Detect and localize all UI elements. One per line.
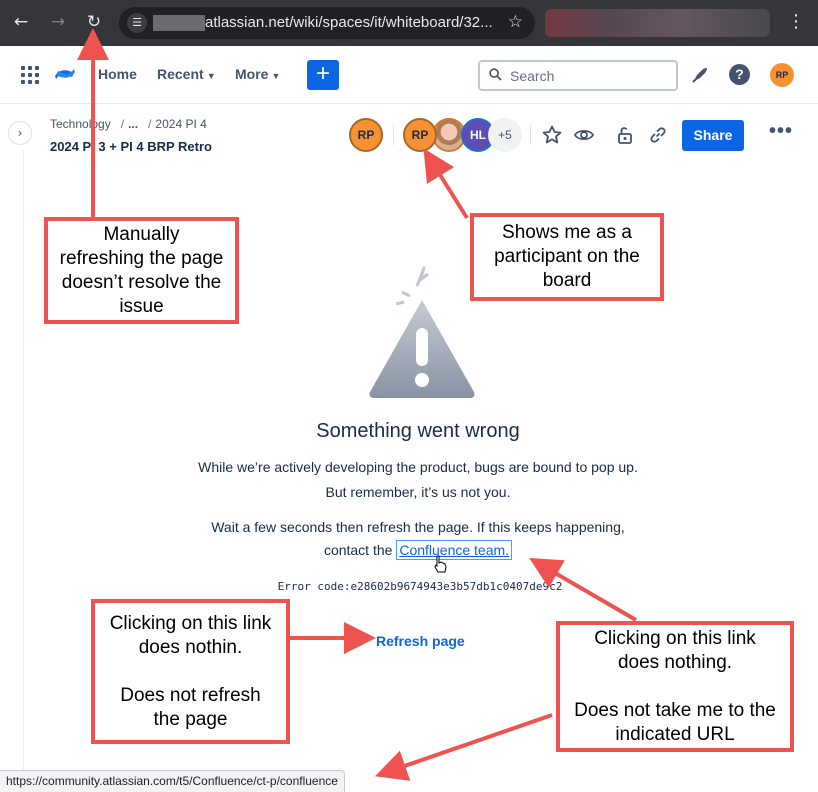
callout-team-link: Clicking on this link does nothing. Does… bbox=[556, 621, 794, 752]
callout-line: refreshing the page bbox=[59, 247, 224, 269]
callout-line: Does not take me to the bbox=[574, 699, 776, 721]
breadcrumb: Technology /.../2024 PI 4 bbox=[50, 117, 211, 131]
arrow-to-team-link bbox=[529, 557, 638, 622]
unlock-icon[interactable] bbox=[614, 124, 636, 146]
breadcrumb-separator: / bbox=[148, 117, 152, 131]
url-text: atlassian.net/wiki/spaces/it/whiteboard/… bbox=[205, 14, 493, 31]
error-line-4: contact the Confluence team. bbox=[0, 540, 818, 560]
participant-avatar-rp[interactable]: RP bbox=[403, 118, 437, 152]
header-divider bbox=[530, 125, 531, 145]
chevron-down-icon: ▼ bbox=[206, 71, 216, 81]
error-contact-prefix: contact the bbox=[323, 542, 393, 558]
callout-line: Clicking on this link bbox=[594, 627, 756, 649]
error-line-3: Wait a few seconds then refresh the page… bbox=[211, 519, 625, 535]
callout-line: Clicking on this link bbox=[109, 612, 272, 634]
confluence-top-nav: Home Recent ▼ More ▼ + Search ? RP bbox=[0, 46, 818, 104]
link-icon[interactable] bbox=[647, 124, 669, 146]
bookmark-star-icon[interactable]: ☆ bbox=[508, 12, 523, 32]
app-switcher-icon[interactable] bbox=[21, 66, 39, 84]
nav-recent-label: Recent bbox=[157, 66, 204, 82]
callout-line: issue bbox=[119, 295, 164, 317]
nav-more[interactable]: More ▼ bbox=[235, 66, 280, 82]
breadcrumb-item-ellipsis[interactable]: ... bbox=[128, 117, 138, 131]
breadcrumb-item-pi4[interactable]: 2024 PI 4 bbox=[155, 117, 206, 131]
arrow-to-participant bbox=[423, 148, 469, 220]
callout-manual-refresh: Manually refreshing the page doesn’t res… bbox=[44, 217, 239, 324]
callout-line: Shows me as a bbox=[502, 222, 632, 243]
redacted-url-part bbox=[153, 15, 205, 31]
confluence-team-link[interactable]: Confluence team. bbox=[396, 540, 513, 560]
blurred-extensions bbox=[545, 9, 770, 37]
callout-line: indicated URL bbox=[615, 723, 735, 745]
browser-toolbar: ← → ↻ ☰ atlassian.net/wiki/spaces/it/whi… bbox=[0, 0, 818, 46]
create-button[interactable]: + bbox=[307, 60, 339, 90]
nav-home[interactable]: Home bbox=[98, 66, 137, 82]
callout-line: participant on the bbox=[494, 246, 640, 267]
callout-refresh-link: Clicking on this link does nothin. Does … bbox=[91, 599, 290, 744]
hand-cursor-icon bbox=[434, 555, 447, 573]
star-icon[interactable] bbox=[541, 124, 563, 146]
search-placeholder: Search bbox=[510, 68, 555, 84]
address-bar[interactable]: ☰ atlassian.net/wiki/spaces/it/whiteboar… bbox=[119, 7, 535, 39]
callout-line: does nothing. bbox=[617, 651, 733, 673]
search-input[interactable]: Search bbox=[478, 60, 678, 91]
nav-recent[interactable]: Recent ▼ bbox=[157, 66, 216, 82]
link-hover-status-url: https://community.atlassian.com/t5/Confl… bbox=[0, 770, 345, 792]
user-avatar[interactable]: RP bbox=[770, 63, 794, 87]
reload-icon[interactable]: ↻ bbox=[81, 9, 107, 35]
breadcrumb-separator: / bbox=[120, 117, 125, 131]
confluence-logo-icon[interactable] bbox=[53, 62, 77, 86]
error-line-1: While we’re actively developing the prod… bbox=[198, 459, 638, 475]
breadcrumb-item-technology[interactable]: Technology bbox=[50, 117, 111, 131]
error-code: Error code:e28602b9674943e3b57db1c0407de… bbox=[277, 580, 563, 593]
search-icon bbox=[489, 68, 502, 81]
watch-eye-icon[interactable] bbox=[573, 124, 595, 146]
kebab-menu-icon[interactable]: ⋮ bbox=[786, 9, 806, 35]
callout-participant: Shows me as a participant on the board bbox=[470, 213, 664, 301]
chevron-down-icon: ▼ bbox=[271, 71, 281, 81]
screenshot-root: { "browser": { "url_text": "atlassian.ne… bbox=[0, 0, 818, 792]
back-arrow-icon[interactable]: ← bbox=[8, 9, 34, 35]
more-participants-badge[interactable]: +5 bbox=[488, 118, 522, 152]
page-title: 2024 PI 3 + PI 4 BRP Retro bbox=[50, 139, 212, 154]
error-title: Something went wrong bbox=[316, 420, 520, 442]
error-line-2: But remember, it’s us not you. bbox=[325, 484, 511, 500]
site-settings-icon[interactable]: ☰ bbox=[127, 13, 147, 33]
header-divider bbox=[393, 125, 394, 145]
more-actions-icon[interactable]: ••• bbox=[768, 121, 794, 145]
sidebar-expand-chevron-icon[interactable]: › bbox=[8, 121, 32, 145]
callout-line: board bbox=[542, 270, 592, 291]
owner-avatar[interactable]: RP bbox=[349, 118, 383, 152]
help-icon[interactable]: ? bbox=[729, 64, 750, 85]
callout-line: Manually bbox=[103, 223, 180, 245]
notifications-rocket-icon[interactable] bbox=[690, 65, 710, 85]
callout-line: Does not refresh bbox=[120, 684, 261, 706]
warning-illustration-icon bbox=[369, 266, 475, 398]
callout-line: does nothin. bbox=[138, 636, 243, 658]
refresh-page-link[interactable]: Refresh page bbox=[376, 633, 465, 649]
nav-more-label: More bbox=[235, 66, 269, 82]
arrow-to-status-url bbox=[374, 713, 553, 781]
forward-arrow-icon[interactable]: → bbox=[45, 9, 71, 35]
callout-line: the page bbox=[153, 708, 228, 730]
callout-line: doesn’t resolve the bbox=[61, 271, 222, 293]
callout-line bbox=[95, 660, 286, 684]
share-button[interactable]: Share bbox=[682, 120, 744, 151]
callout-line bbox=[560, 675, 790, 699]
